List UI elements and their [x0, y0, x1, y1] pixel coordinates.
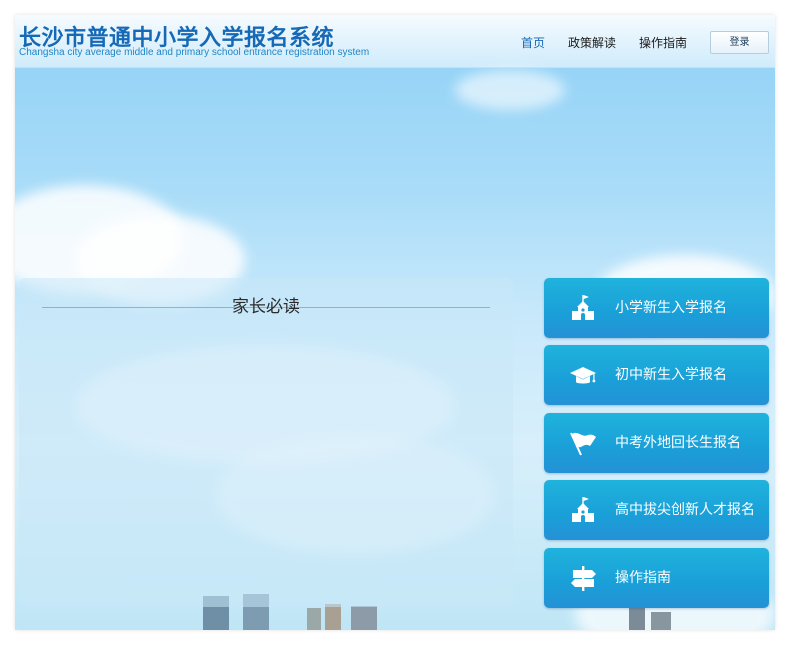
header: 长沙市普通中小学入学报名系统 Changsha city average mid…	[15, 15, 775, 68]
entry-label: 高中拔尖创新人才报名	[615, 502, 755, 518]
nav-policy[interactable]: 政策解读	[568, 34, 616, 51]
notice-title: 家长必读	[232, 297, 300, 317]
parent-notice-panel: 家长必读	[19, 278, 513, 607]
login-button[interactable]: 登录	[710, 31, 769, 54]
school-building-icon	[572, 497, 594, 522]
entry-label: 初中新生入学报名	[615, 367, 727, 383]
page-background: 长沙市普通中小学入学报名系统 Changsha city average mid…	[15, 15, 775, 630]
school-building-icon	[572, 295, 594, 320]
site-subtitle: Changsha city average middle and primary…	[19, 47, 370, 58]
entry-talent-enrollment[interactable]: 高中拔尖创新人才报名	[544, 480, 769, 540]
nav-home[interactable]: 首页	[521, 34, 545, 51]
entry-label: 中考外地回长生报名	[615, 435, 741, 451]
flag-icon	[570, 432, 596, 456]
entry-returning-exam[interactable]: 中考外地回长生报名	[544, 413, 769, 473]
nav-guide[interactable]: 操作指南	[639, 34, 687, 51]
entry-junior-enrollment[interactable]: 初中新生入学报名	[544, 345, 769, 405]
graduation-cap-icon	[570, 367, 596, 384]
signpost-icon	[571, 566, 596, 591]
entry-label: 操作指南	[615, 570, 671, 586]
entry-operation-guide[interactable]: 操作指南	[544, 548, 769, 608]
entry-primary-enrollment[interactable]: 小学新生入学报名	[544, 278, 769, 338]
entry-label: 小学新生入学报名	[615, 300, 727, 316]
